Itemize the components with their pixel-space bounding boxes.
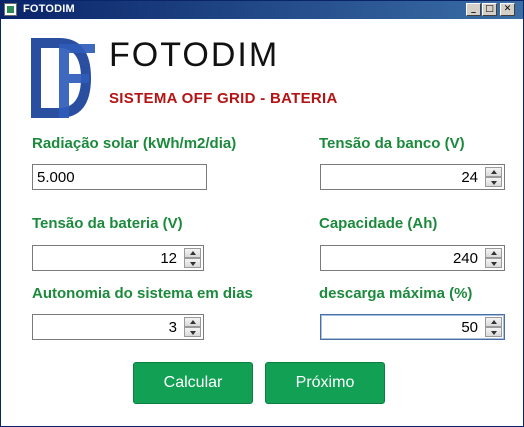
descarga-down-button[interactable]: [485, 327, 502, 337]
fotodim-logo: DF: [31, 38, 95, 118]
descarga-spinner[interactable]: 50: [320, 314, 505, 340]
autonomia-value: 3: [168, 319, 177, 336]
capacidade-value: 240: [452, 250, 478, 267]
tensao-bateria-label: Tensão da bateria (V): [32, 215, 183, 232]
tensao-bateria-spinner[interactable]: 12: [32, 245, 204, 271]
capacidade-down-button[interactable]: [485, 258, 502, 268]
autonomia-spinner[interactable]: 3: [32, 314, 204, 340]
capacidade-label: Capacidade (Ah): [319, 215, 438, 232]
autonomia-up-button[interactable]: [184, 317, 201, 327]
minimize-button[interactable]: _: [466, 3, 481, 16]
tensao-banco-up-button[interactable]: [485, 167, 502, 177]
capacidade-up-button[interactable]: [485, 248, 502, 258]
tensao-bateria-value: 12: [160, 250, 177, 267]
radiacao-label: Radiação solar (kWh/m2/dia): [32, 135, 237, 152]
tensao-banco-label: Tensão da banco (V): [319, 135, 465, 152]
tensao-bateria-up-button[interactable]: [184, 248, 201, 258]
tensao-bateria-spin: [184, 248, 201, 268]
calcular-button[interactable]: Calcular: [133, 362, 253, 404]
app-icon: [4, 3, 17, 16]
autonomia-label: Autonomia do sistema em dias: [32, 285, 253, 302]
tensao-banco-value: 24: [461, 169, 478, 186]
app-window: FOTODIM _ □ ✕ DF FOTODIM SISTEMA OFF GRI…: [0, 0, 524, 427]
window-title: FOTODIM: [23, 3, 75, 15]
capacidade-spin: [485, 248, 502, 268]
tensao-bateria-down-button[interactable]: [184, 258, 201, 268]
capacidade-spinner[interactable]: 240: [320, 245, 505, 271]
main-panel: DF FOTODIM SISTEMA OFF GRID - BATERIA Ra…: [1, 19, 523, 426]
descarga-spin: [485, 317, 502, 337]
autonomia-down-button[interactable]: [184, 327, 201, 337]
tensao-banco-down-button[interactable]: [485, 177, 502, 187]
tensao-banco-spin: [485, 167, 502, 187]
descarga-up-button[interactable]: [485, 317, 502, 327]
brand-title: FOTODIM: [109, 36, 280, 74]
tensao-banco-spinner[interactable]: 24: [320, 164, 505, 190]
descarga-label: descarga máxima (%): [319, 285, 473, 302]
radiacao-input[interactable]: 5.000: [32, 164, 207, 190]
autonomia-spin: [184, 317, 201, 337]
close-button[interactable]: ✕: [500, 3, 515, 16]
maximize-button[interactable]: □: [482, 3, 497, 16]
proximo-button[interactable]: Próximo: [265, 362, 385, 404]
title-bar[interactable]: FOTODIM _ □ ✕: [1, 1, 523, 19]
descarga-value: 50: [461, 319, 478, 336]
subtitle: SISTEMA OFF GRID - BATERIA: [109, 90, 338, 107]
radiacao-value: 5.000: [37, 169, 75, 186]
